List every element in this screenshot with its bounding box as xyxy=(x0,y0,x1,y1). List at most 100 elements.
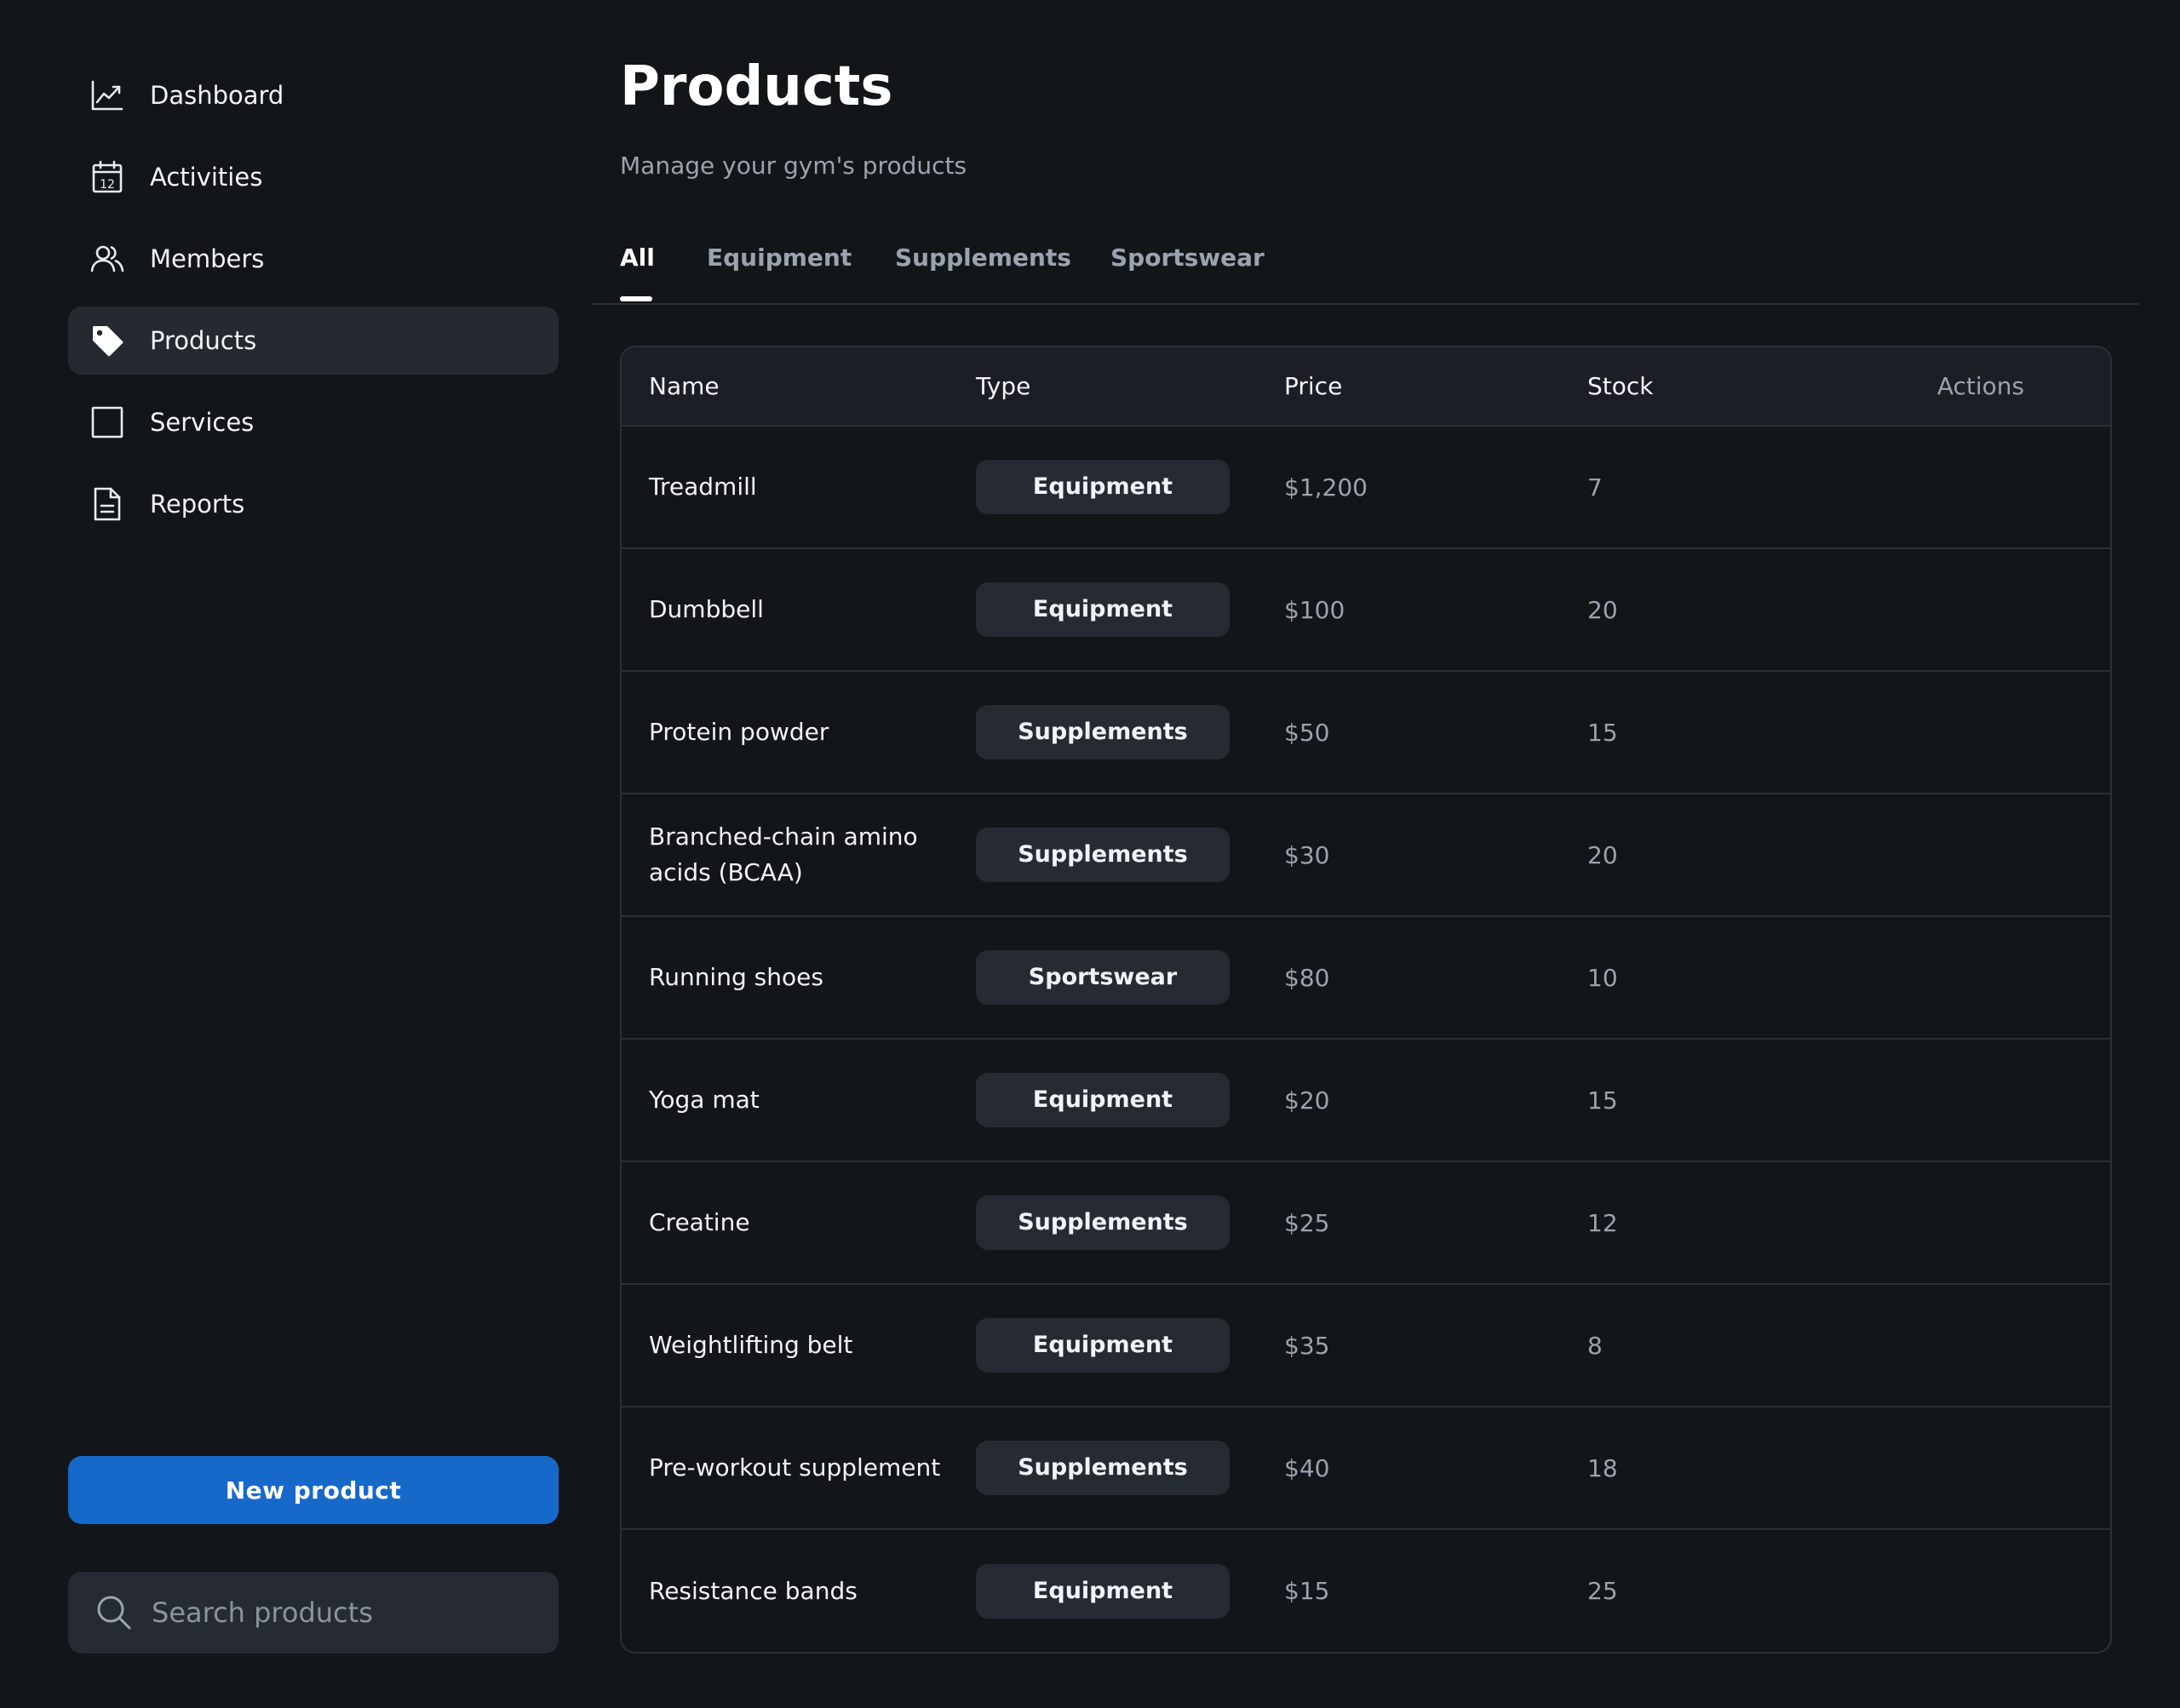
sidebar-item-label: Reports xyxy=(150,490,245,519)
search-input[interactable] xyxy=(150,1587,533,1638)
page-title: Products xyxy=(620,55,893,118)
row-actions xyxy=(1851,916,2110,1040)
users-icon xyxy=(90,242,124,276)
sidebar-item-activities[interactable]: 12 Activities xyxy=(68,143,559,211)
row-actions xyxy=(1851,548,2110,672)
row-actions xyxy=(1851,1161,2110,1285)
table-header-row: Name Type Price Stock Actions xyxy=(622,347,2110,427)
product-name: Dumbbell xyxy=(622,548,976,672)
calendar-day-number: 12 xyxy=(100,178,115,192)
product-stock: 7 xyxy=(1587,426,1851,549)
table-row[interactable]: Resistance bands Equipment $15 25 xyxy=(622,1529,2110,1652)
sidebar-item-label: Products xyxy=(150,326,257,355)
product-price: $100 xyxy=(1284,548,1587,672)
sidebar-item-products[interactable]: Products xyxy=(68,307,559,375)
sidebar-item-label: Dashboard xyxy=(150,81,284,110)
column-header-stock[interactable]: Stock xyxy=(1587,347,1851,427)
product-stock: 18 xyxy=(1587,1407,1851,1530)
tab-supplements[interactable]: Supplements xyxy=(895,244,1071,272)
product-name: Yoga mat xyxy=(622,1039,976,1162)
product-stock: 20 xyxy=(1587,794,1851,917)
tab-sportswear[interactable]: Sportswear xyxy=(1110,244,1265,272)
sidebar-item-label: Services xyxy=(150,408,255,437)
tab-all[interactable]: All xyxy=(620,244,655,272)
product-price: $50 xyxy=(1284,671,1587,794)
product-name: Treadmill xyxy=(622,426,976,549)
type-badge: Sportswear xyxy=(976,950,1230,1005)
product-stock: 10 xyxy=(1587,916,1851,1040)
product-stock: 20 xyxy=(1587,548,1851,672)
product-price: $35 xyxy=(1284,1284,1587,1407)
search-icon xyxy=(95,1594,133,1631)
new-product-button[interactable]: New product xyxy=(68,1456,559,1524)
table-row[interactable]: Running shoes Sportswear $80 10 xyxy=(622,916,2110,1040)
document-icon xyxy=(90,487,124,521)
product-name: Pre-workout supplement xyxy=(622,1407,976,1530)
product-price: $20 xyxy=(1284,1039,1587,1162)
sidebar-item-members[interactable]: Members xyxy=(68,225,559,293)
type-badge: Supplements xyxy=(976,1195,1230,1250)
column-header-name[interactable]: Name xyxy=(622,347,976,427)
product-name: Resistance bands xyxy=(649,1576,858,1605)
type-badge: Equipment xyxy=(976,1318,1230,1373)
row-actions xyxy=(1851,1284,2110,1407)
table-row[interactable]: Weightlifting belt Equipment $35 8 xyxy=(622,1284,2110,1407)
type-badge: Equipment xyxy=(976,582,1230,637)
type-badge: Supplements xyxy=(976,828,1230,882)
table-row[interactable]: Branched-chain amino acids (BCAA) Supple… xyxy=(622,794,2110,917)
sidebar-item-services[interactable]: Services xyxy=(68,388,559,456)
sidebar: Dashboard 12 Activities Members Products… xyxy=(68,0,559,1708)
product-stock: 25 xyxy=(1587,1577,1618,1605)
search-box xyxy=(68,1572,559,1654)
product-stock: 15 xyxy=(1587,671,1851,794)
row-actions xyxy=(1851,1529,2110,1652)
product-name: Protein powder xyxy=(622,671,976,794)
row-actions xyxy=(1851,426,2110,549)
product-price: $25 xyxy=(1284,1161,1587,1285)
calendar-icon: 12 xyxy=(90,160,124,194)
sidebar-item-label: Activities xyxy=(150,163,263,192)
product-stock: 8 xyxy=(1587,1284,1851,1407)
column-header-type[interactable]: Type xyxy=(976,347,1284,427)
tab-equipment[interactable]: Equipment xyxy=(707,244,852,272)
column-header-price[interactable]: Price xyxy=(1284,347,1587,427)
product-name: Running shoes xyxy=(622,916,976,1040)
table-row[interactable]: Dumbbell Equipment $100 20 xyxy=(622,548,2110,672)
row-actions xyxy=(1851,794,2110,917)
table-row[interactable]: Pre-workout supplement Supplements $40 1… xyxy=(622,1407,2110,1530)
product-price: $15 xyxy=(1284,1577,1330,1605)
product-price: $1,200 xyxy=(1284,426,1587,549)
product-stock: 12 xyxy=(1587,1161,1851,1285)
product-stock: 15 xyxy=(1587,1039,1851,1162)
type-badge: Equipment xyxy=(976,1563,1230,1619)
table-row[interactable]: Creatine Supplements $25 12 xyxy=(622,1161,2110,1285)
sidebar-item-reports[interactable]: Reports xyxy=(68,470,559,538)
column-header-actions: Actions xyxy=(1851,347,2110,427)
sidebar-item-label: Members xyxy=(150,244,265,273)
main-content: Products Manage your gym's products All … xyxy=(593,0,2139,1708)
category-tabs: All Equipment Supplements Sportswear xyxy=(593,228,2139,305)
type-badge: Equipment xyxy=(976,1073,1230,1127)
active-tab-indicator xyxy=(620,296,652,301)
square-icon xyxy=(90,405,124,439)
chart-line-icon xyxy=(90,78,124,112)
type-badge: Supplements xyxy=(976,1441,1230,1495)
row-actions xyxy=(1851,1407,2110,1530)
table-row[interactable]: Treadmill Equipment $1,200 7 xyxy=(622,426,2110,549)
row-actions xyxy=(1851,671,2110,794)
product-price: $40 xyxy=(1284,1407,1587,1530)
row-actions xyxy=(1851,1039,2110,1162)
sidebar-item-dashboard[interactable]: Dashboard xyxy=(68,61,559,129)
product-price: $30 xyxy=(1284,794,1587,917)
product-name: Weightlifting belt xyxy=(622,1284,976,1407)
table-row[interactable]: Protein powder Supplements $50 15 xyxy=(622,671,2110,794)
product-price: $80 xyxy=(1284,916,1587,1040)
table-row[interactable]: Yoga mat Equipment $20 15 xyxy=(622,1039,2110,1162)
type-badge: Equipment xyxy=(976,460,1230,514)
type-badge: Supplements xyxy=(976,705,1230,759)
product-name: Branched-chain amino acids (BCAA) xyxy=(622,794,976,917)
product-name: Creatine xyxy=(622,1161,976,1285)
tag-icon xyxy=(90,324,124,358)
page-subtitle: Manage your gym's products xyxy=(620,152,967,180)
products-table: Name Type Price Stock Actions Treadmill … xyxy=(620,346,2112,1654)
